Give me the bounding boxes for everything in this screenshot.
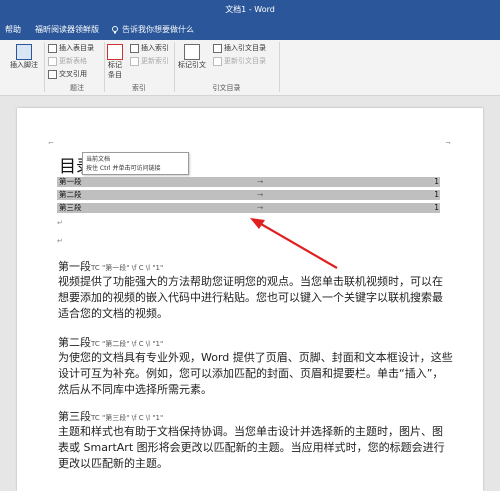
table-of-authorities-icon xyxy=(213,43,222,53)
insert-table-of-authorities-button[interactable]: 插入引文目录 xyxy=(213,43,266,53)
cross-reference-button[interactable]: 交叉引用 xyxy=(48,69,87,79)
update-table-of-authorities-button[interactable]: 更新引文目录 xyxy=(213,56,266,66)
update-index-label: 更新索引 xyxy=(141,57,169,65)
update-table-button[interactable]: 更新表格 xyxy=(48,56,87,66)
tell-me-label: 告诉我你想要做什么 xyxy=(122,25,194,34)
insert-table-of-figures-label: 插入表目录 xyxy=(59,44,94,52)
refresh-icon xyxy=(213,56,222,66)
refresh-icon xyxy=(48,56,57,66)
separator xyxy=(279,42,280,92)
ribbon-tab-bar: 帮助 福昕阅读器领鲜版 告诉我你想要做什么 xyxy=(0,18,500,40)
window-title: 文档1 - Word xyxy=(225,5,275,14)
tell-me-box[interactable]: 告诉我你想要做什么 xyxy=(111,24,194,35)
mark-citation-button[interactable]: 标记引文 xyxy=(178,44,206,70)
tooltip-line-1: 当前文档 xyxy=(86,156,111,163)
insert-table-of-figures-button[interactable]: 插入表目录 xyxy=(48,43,94,53)
tab-help[interactable]: 帮助 xyxy=(5,24,21,35)
footnote-icon xyxy=(16,44,32,60)
table-of-figures-icon xyxy=(48,43,57,53)
update-toa-label: 更新引文目录 xyxy=(224,57,266,65)
cross-reference-icon xyxy=(48,69,57,79)
refresh-icon xyxy=(130,56,139,66)
group-label-index: 索引 xyxy=(132,84,146,92)
mark-citation-label: 标记引文 xyxy=(178,61,206,69)
insert-footnote-label: 插入脚注 xyxy=(10,61,38,69)
ribbon-references: 插入脚注 插入表目录 更新表格 交叉引用 题注 标记 条目 插入索引 更新索引 … xyxy=(0,40,500,96)
tab-foxit[interactable]: 福昕阅读器领鲜版 xyxy=(35,24,99,35)
mark-entry-label-2: 条目 xyxy=(108,71,122,79)
mark-citation-icon xyxy=(184,44,200,60)
group-label-toa: 引文目录 xyxy=(212,84,241,92)
document-page[interactable]: ⌐ ¬ 目录 当前文档 按住 Ctrl 并单击可访问链接 第一段 → 1 第二段… xyxy=(17,108,483,491)
index-icon xyxy=(130,43,139,53)
lightbulb-icon xyxy=(112,25,118,33)
insert-index-button[interactable]: 插入索引 xyxy=(130,43,169,53)
mark-entry-label-1: 标记 xyxy=(108,61,122,69)
tooltip-line-2: 按住 Ctrl 并单击可访问链接 xyxy=(86,165,161,172)
insert-index-label: 插入索引 xyxy=(141,44,169,52)
update-index-button[interactable]: 更新索引 xyxy=(130,56,169,66)
mark-entry-button[interactable]: 标记 条目 xyxy=(107,44,123,80)
update-table-label: 更新表格 xyxy=(59,57,87,65)
title-bar: 文档1 - Word xyxy=(0,0,500,18)
group-label-captions: 题注 xyxy=(70,84,84,92)
hyperlink-tooltip: 当前文档 按住 Ctrl 并单击可访问链接 xyxy=(82,152,189,175)
insert-toa-label: 插入引文目录 xyxy=(224,44,266,52)
insert-footnote-button[interactable]: 插入脚注 xyxy=(10,44,38,70)
cross-reference-label: 交叉引用 xyxy=(59,70,87,78)
mark-entry-icon xyxy=(107,44,123,60)
